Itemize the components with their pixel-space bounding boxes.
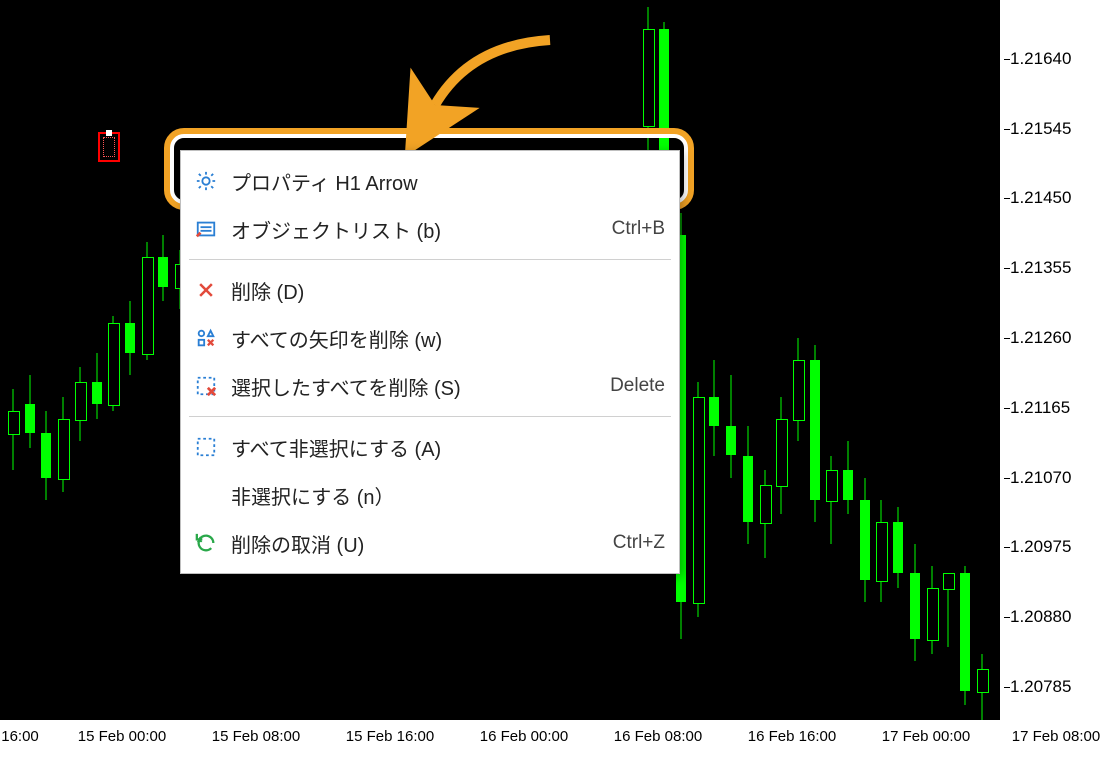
- y-tick-label: 1.20975: [1010, 537, 1071, 557]
- candlestick: [158, 0, 168, 720]
- x-tick-label: 16 Feb 00:00: [480, 728, 568, 745]
- menu-item-label: 選択したすべてを削除 (S): [231, 372, 590, 401]
- candlestick: [860, 0, 870, 720]
- candlestick: [960, 0, 970, 720]
- candlestick: [125, 0, 135, 720]
- candlestick: [142, 0, 152, 720]
- y-tick-label: 1.21165: [1010, 398, 1070, 418]
- context-menu[interactable]: プロパティ H1 Arrow オブジェクトリスト (b) Ctrl+B 削除 (D) す…: [180, 150, 680, 574]
- x-tick-label: 15 Feb 00:00: [78, 728, 166, 745]
- menu-item-delete-all-arrows[interactable]: すべての矢印を削除 (w): [181, 314, 679, 362]
- candlestick: [793, 0, 803, 720]
- menu-item-delete-selected[interactable]: 選択したすべてを削除 (S) Delete: [181, 362, 679, 410]
- candlestick: [108, 0, 118, 720]
- candlestick: [843, 0, 853, 720]
- x-tick-label: 15 Feb 16:00: [346, 728, 434, 745]
- menu-item-deselect[interactable]: 非選択にする (n）: [181, 471, 679, 519]
- cross-icon: [191, 275, 221, 305]
- candlestick: [92, 0, 102, 720]
- candlestick: [726, 0, 736, 720]
- y-tick-label: 1.21355: [1010, 258, 1071, 278]
- menu-item-label: 非選択にする (n）: [231, 481, 665, 510]
- menu-item-delete[interactable]: 削除 (D): [181, 266, 679, 314]
- menu-item-label: 削除 (D): [231, 276, 665, 305]
- menu-separator: [189, 259, 671, 260]
- y-tick-label: 1.21640: [1010, 49, 1071, 69]
- x-tick-label: 17 Feb 08:00: [1012, 728, 1100, 745]
- menu-item-deselect-all[interactable]: すべて非選択にする (A): [181, 423, 679, 471]
- undo-icon: [191, 528, 221, 558]
- candlestick: [927, 0, 937, 720]
- shapes-icon: [191, 323, 221, 353]
- candlestick: [910, 0, 920, 720]
- x-tick-label: 16 Feb 16:00: [748, 728, 836, 745]
- menu-item-label: オブジェクトリスト (b): [231, 215, 592, 244]
- chart-object-handle[interactable]: [106, 130, 112, 136]
- menu-item-label: プロパティ H1 Arrow: [231, 167, 665, 196]
- y-tick-label: 1.21260: [1010, 328, 1071, 348]
- price-axis: 1.21640 1.21545 1.21450 1.21355 1.21260 1.211…: [1002, 0, 1100, 720]
- candlestick: [760, 0, 770, 720]
- candlestick: [709, 0, 719, 720]
- menu-item-label: すべて非選択にする (A): [231, 433, 665, 462]
- menu-item-undo-delete[interactable]: 削除の取消 (U) Ctrl+Z: [181, 519, 679, 567]
- candlestick: [826, 0, 836, 720]
- candlestick: [8, 0, 18, 720]
- menu-separator: [189, 416, 671, 417]
- candlestick: [893, 0, 903, 720]
- sel-del-icon: [191, 371, 221, 401]
- y-tick-label: 1.20880: [1010, 607, 1071, 627]
- candlestick: [58, 0, 68, 720]
- x-tick-label: 16:00: [1, 728, 39, 745]
- candlestick: [41, 0, 51, 720]
- menu-item-object-list[interactable]: オブジェクトリスト (b) Ctrl+B: [181, 205, 679, 253]
- candlestick: [876, 0, 886, 720]
- y-tick-label: 1.21545: [1010, 119, 1071, 139]
- menu-item-label: 削除の取消 (U): [231, 529, 593, 558]
- x-tick-label: 17 Feb 00:00: [882, 728, 970, 745]
- candlestick: [810, 0, 820, 720]
- list-icon: [191, 214, 221, 244]
- candlestick: [693, 0, 703, 720]
- chart-frame: 1.21640 1.21545 1.21450 1.21355 1.21260 1.211…: [0, 0, 1100, 760]
- candlestick: [743, 0, 753, 720]
- candlestick: [776, 0, 786, 720]
- candlestick: [25, 0, 35, 720]
- menu-item-shortcut: Ctrl+Z: [613, 532, 665, 554]
- menu-item-shortcut: Ctrl+B: [612, 218, 665, 240]
- y-tick-label: 1.21070: [1010, 468, 1071, 488]
- y-tick-label: 1.20785: [1010, 677, 1071, 697]
- blank-icon: [191, 480, 221, 510]
- menu-item-label: すべての矢印を削除 (w): [231, 324, 665, 353]
- menu-item-properties[interactable]: プロパティ H1 Arrow: [181, 157, 679, 205]
- x-tick-label: 15 Feb 08:00: [212, 728, 300, 745]
- menu-item-shortcut: Delete: [610, 375, 665, 397]
- gear-icon: [191, 166, 221, 196]
- candlestick: [75, 0, 85, 720]
- y-tick-label: 1.21450: [1010, 188, 1071, 208]
- candlestick: [977, 0, 987, 720]
- x-tick-label: 16 Feb 08:00: [614, 728, 702, 745]
- chart-object-arrow[interactable]: [98, 132, 120, 162]
- candlestick: [943, 0, 953, 720]
- time-axis: 16:00 15 Feb 00:00 15 Feb 08:00 15 Feb 16:0…: [0, 722, 1100, 760]
- sel-dash-icon: [191, 432, 221, 462]
